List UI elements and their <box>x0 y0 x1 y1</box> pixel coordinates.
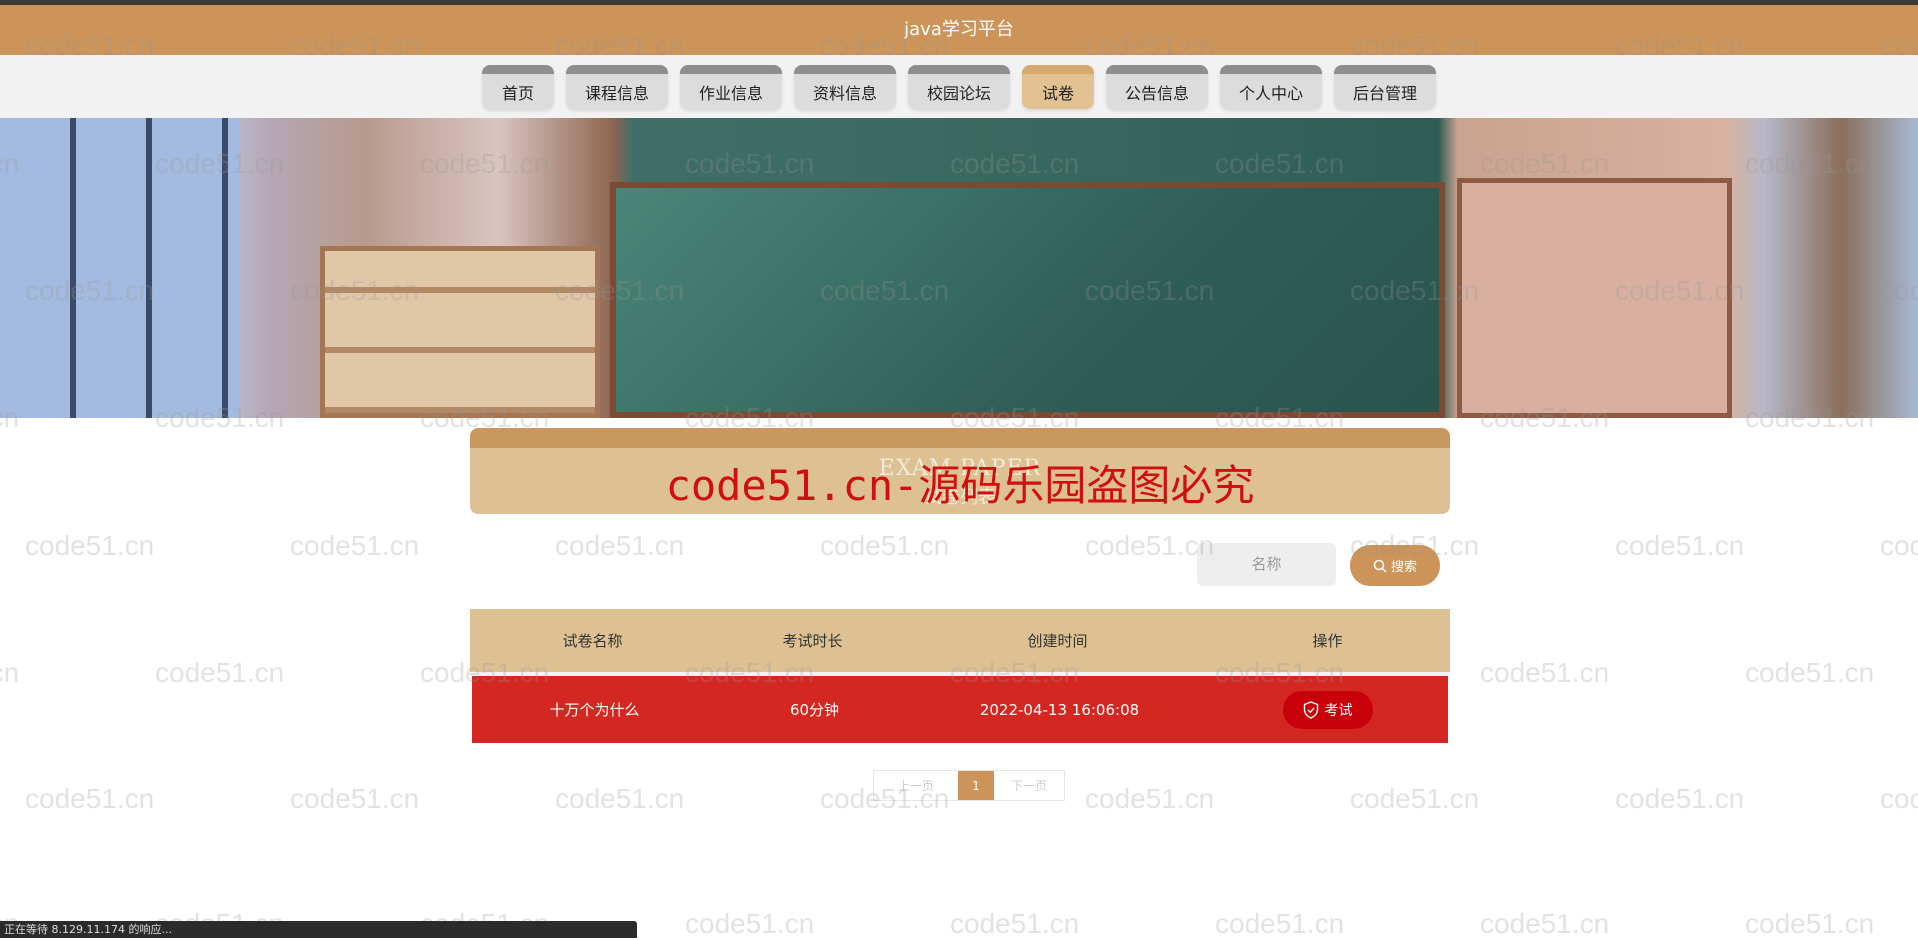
header-name: 试卷名称 <box>562 632 623 650</box>
nav-item-0[interactable]: 首页 <box>482 65 554 109</box>
main-nav: 首页 课程信息 作业信息 资料信息 校园论坛 试卷 公告信息 个人中心 后台管理 <box>0 55 1918 118</box>
watermark-text: code51.cn <box>155 657 285 688</box>
watermark-text: code51.cn <box>820 530 950 561</box>
search-icon <box>1373 559 1387 573</box>
name-search-input[interactable] <box>1197 543 1336 586</box>
watermark-text: code51.cn <box>1745 657 1875 688</box>
nav-item-5[interactable]: 试卷 <box>1022 65 1094 109</box>
watermark-text: code51.cn <box>1615 530 1745 561</box>
table-header: 试卷名称 考试时长 创建时间 操作 <box>470 609 1450 676</box>
nav-item-8[interactable]: 后台管理 <box>1334 65 1436 109</box>
take-exam-button[interactable]: 考试 <box>1282 690 1373 729</box>
header-created: 创建时间 <box>1027 632 1088 650</box>
watermark-text: code51.cn <box>1480 657 1610 688</box>
pagination: 上一页 1 下一页 <box>873 770 1065 801</box>
watermark-text: code51.cn <box>1880 783 1918 814</box>
nav-item-6[interactable]: 公告信息 <box>1106 65 1208 109</box>
nav-item-4[interactable]: 校园论坛 <box>908 65 1010 109</box>
search-button-label: 搜索 <box>1390 559 1417 574</box>
cell-duration: 60分钟 <box>789 701 840 719</box>
nav-item-2[interactable]: 作业信息 <box>680 65 782 109</box>
banner-bookshelf <box>320 246 600 418</box>
watermark-text: code51.cn <box>555 530 685 561</box>
cell-name: 十万个为什么 <box>549 701 640 719</box>
search-button[interactable]: 搜索 <box>1350 545 1440 586</box>
exam-paper-table: 试卷名称 考试时长 创建时间 操作 十万个为什么 60分钟 2022-04-13… <box>470 609 1450 743</box>
watermark-text: code51.cn <box>1085 530 1215 561</box>
header-duration: 考试时长 <box>782 632 843 650</box>
banner-door <box>1457 178 1732 418</box>
watermark-text: code51.cn <box>1480 908 1610 939</box>
watermark-text: code51.cn <box>25 530 155 561</box>
watermark-text: code51.cn <box>1745 908 1875 939</box>
watermark-text: code51.cn <box>950 908 1080 939</box>
watermark-text: code51.cn <box>1350 783 1480 814</box>
section-title-en: EXAM PAPER <box>878 456 1042 481</box>
site-header: java学习平台 <box>0 5 1918 55</box>
watermark-text: code51.cn <box>1085 783 1215 814</box>
banner-chalkboard <box>610 182 1445 418</box>
table-row: 十万个为什么 60分钟 2022-04-13 16:06:08 考试 <box>472 676 1448 743</box>
section-title-cn: 试卷列表 <box>924 487 996 508</box>
nav-item-7[interactable]: 个人中心 <box>1220 65 1322 109</box>
watermark-text: code51.cn <box>1615 783 1745 814</box>
watermark-text: code51.cn <box>1880 530 1918 561</box>
watermark-text: code51.cn <box>685 908 815 939</box>
banner-window <box>0 118 240 418</box>
banner-image <box>0 118 1918 418</box>
site-title: java学习平台 <box>904 19 1014 40</box>
next-page-button[interactable]: 下一页 <box>994 771 1064 800</box>
watermark-text: code51.cn <box>25 783 155 814</box>
browser-status-bar: 正在等待 8.129.11.174 的响应... <box>0 921 637 938</box>
watermark-text: code51.cn <box>290 530 420 561</box>
page-1-button[interactable]: 1 <box>958 771 994 800</box>
watermark-text: code51.cn <box>290 783 420 814</box>
take-exam-label: 考试 <box>1324 701 1353 718</box>
cell-created: 2022-04-13 16:06:08 <box>979 700 1140 719</box>
watermark-text: code51.cn <box>555 783 685 814</box>
shield-check-icon <box>1303 700 1318 719</box>
prev-page-button[interactable]: 上一页 <box>874 771 958 800</box>
nav-item-3[interactable]: 资料信息 <box>794 65 896 109</box>
nav-item-1[interactable]: 课程信息 <box>566 65 668 109</box>
watermark-text: code51.cn <box>1215 908 1345 939</box>
header-action: 操作 <box>1312 632 1343 650</box>
watermark-text: code51.cn <box>0 657 20 688</box>
section-title-box: EXAM PAPER 试卷列表 <box>470 428 1450 514</box>
